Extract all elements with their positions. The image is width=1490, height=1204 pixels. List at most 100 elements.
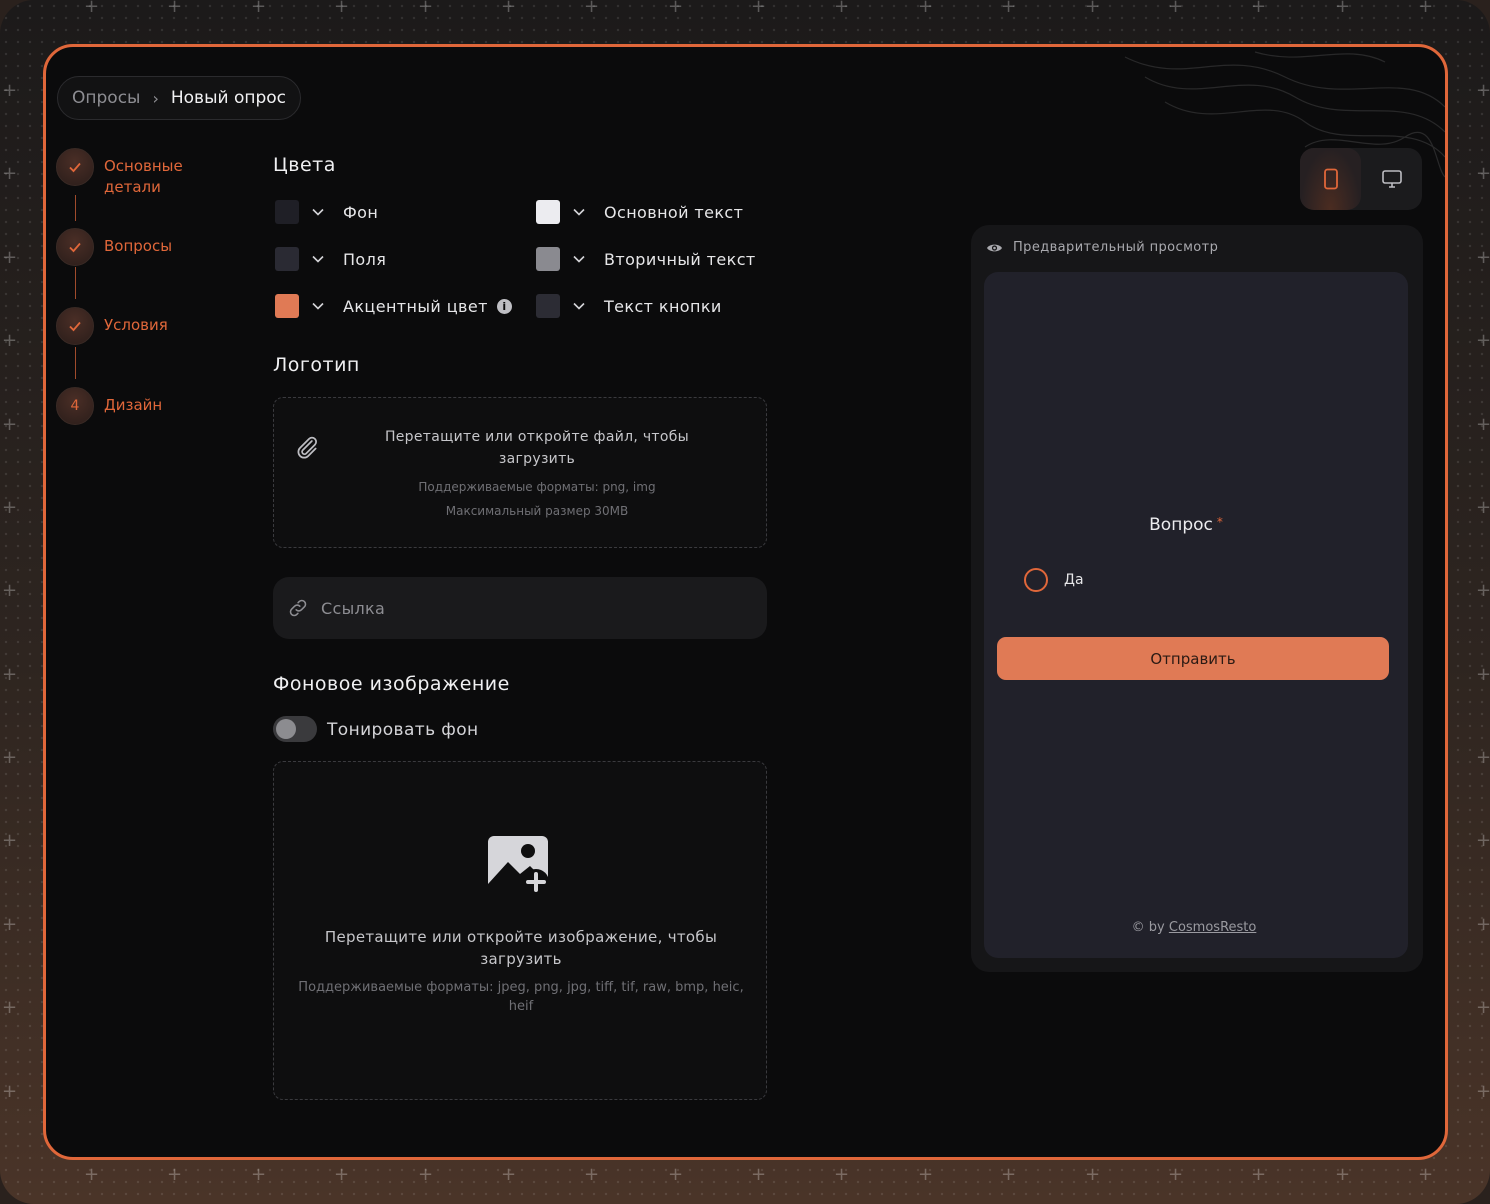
check-icon <box>56 148 94 186</box>
mobile-view-button[interactable] <box>1300 148 1361 210</box>
chevron-down-icon[interactable] <box>572 299 586 313</box>
plus-decoration: + <box>2 80 18 101</box>
contour-decoration <box>1124 51 1445 178</box>
color-swatch[interactable] <box>275 247 299 271</box>
credit-link[interactable]: CosmosResto <box>1169 920 1256 935</box>
step-label: Условия <box>104 316 168 334</box>
color-swatch[interactable] <box>536 294 560 318</box>
plus-decoration: + <box>668 1164 684 1185</box>
mobile-icon <box>1323 168 1338 190</box>
plus-decoration: + <box>1476 1081 1490 1102</box>
plus-decoration: + <box>1476 830 1490 851</box>
paperclip-icon <box>297 436 317 459</box>
plus-decoration: + <box>1476 914 1490 935</box>
color-swatch[interactable] <box>275 200 299 224</box>
chevron-down-icon[interactable] <box>311 205 325 219</box>
plus-decoration: + <box>2 414 18 435</box>
plus-decoration: + <box>1476 330 1490 351</box>
logo-max-size: Максимальный размер 30MB <box>445 504 629 518</box>
background-formats: Поддерживаемые форматы: jpeg, png, jpg, … <box>298 980 744 1014</box>
toggle-knob <box>276 719 296 739</box>
step-label-line: Основные <box>104 157 183 175</box>
logo-dropzone[interactable]: Перетащите или откройте файл, чтобы загр… <box>273 397 767 548</box>
tint-label: Тонировать фон <box>327 720 479 740</box>
submit-button[interactable]: Отправить <box>997 637 1389 680</box>
plus-decoration: + <box>2 497 18 518</box>
step-conditions[interactable]: Условия <box>56 307 168 345</box>
required-mark: * <box>1216 515 1223 529</box>
plus-decoration: + <box>1418 1164 1434 1185</box>
step-basic-details[interactable]: Основные детали <box>56 148 183 198</box>
color-swatch[interactable] <box>536 247 560 271</box>
preview-title: Предварительный просмотр <box>1013 240 1219 255</box>
color-label: Поля <box>343 249 387 269</box>
color-picker-row[interactable]: Вторичный текст <box>536 247 756 271</box>
preview-screen: Вопрос * Да Отправить © by CosmosResto <box>984 272 1408 958</box>
breadcrumb: Опросы › Новый опрос <box>57 76 302 120</box>
footer-credit: © by CosmosResto <box>984 920 1404 935</box>
plus-decoration: + <box>251 1164 267 1185</box>
chevron-down-icon[interactable] <box>572 205 586 219</box>
step-connector <box>75 347 76 379</box>
plus-decoration: + <box>2 247 18 268</box>
plus-decoration: + <box>1476 664 1490 685</box>
plus-decoration: + <box>1085 1164 1101 1185</box>
color-label: Основной текст <box>604 202 744 222</box>
link-placeholder: Ссылка <box>321 598 386 618</box>
color-picker-row[interactable]: Основной текст <box>536 200 743 224</box>
breadcrumb-current: Новый опрос <box>170 88 287 108</box>
color-label: Акцентный цвет <box>343 296 488 316</box>
plus-decoration: + <box>2 1081 18 1102</box>
color-picker-row[interactable]: Фон <box>275 200 378 224</box>
preview-panel: Предварительный просмотр Вопрос * Да Отпр… <box>971 225 1423 972</box>
step-questions[interactable]: Вопросы <box>56 228 172 266</box>
question-text: Вопрос <box>1149 515 1213 535</box>
plus-decoration: + <box>918 0 934 17</box>
chevron-down-icon[interactable] <box>311 252 325 266</box>
plus-decoration: + <box>2 914 18 935</box>
color-picker-row[interactable]: Поля <box>275 247 386 271</box>
plus-decoration: + <box>1476 163 1490 184</box>
color-picker-row[interactable]: Текст кнопки <box>536 294 722 318</box>
plus-decoration: + <box>334 1164 350 1185</box>
desktop-view-button[interactable] <box>1361 148 1422 210</box>
plus-decoration: + <box>2 747 18 768</box>
step-connector <box>75 267 76 299</box>
plus-decoration: + <box>167 0 183 17</box>
chevron-down-icon[interactable] <box>311 299 325 313</box>
logo-title: Логотип <box>273 354 360 376</box>
plus-decoration: + <box>751 0 767 17</box>
plus-decoration: + <box>834 0 850 17</box>
plus-decoration: + <box>2 580 18 601</box>
plus-decoration: + <box>1476 497 1490 518</box>
device-switch <box>1300 148 1422 210</box>
chevron-down-icon[interactable] <box>572 252 586 266</box>
plus-decoration: + <box>918 1164 934 1185</box>
tint-toggle[interactable] <box>273 716 317 742</box>
color-swatch[interactable] <box>275 294 299 318</box>
plus-decoration: + <box>1476 80 1490 101</box>
color-picker-row[interactable]: Акцентный цвет i <box>275 294 512 318</box>
radio-option-yes[interactable] <box>1024 568 1048 592</box>
plus-decoration: + <box>834 1164 850 1185</box>
step-design[interactable]: 4 Дизайн <box>56 387 162 425</box>
breadcrumb-link-surveys[interactable]: Опросы <box>72 88 140 108</box>
logo-link-input[interactable]: Ссылка <box>273 577 767 639</box>
step-connector <box>75 195 76 221</box>
background-dropzone-text: Перетащите или откройте изображение, что… <box>324 928 718 968</box>
plus-decoration: + <box>1251 1164 1267 1185</box>
plus-decoration: + <box>1476 247 1490 268</box>
logo-dropzone-text: Перетащите или откройте файл, чтобы загр… <box>384 429 690 467</box>
background-dropzone[interactable]: Перетащите или откройте изображение, что… <box>273 761 767 1100</box>
plus-decoration: + <box>501 1164 517 1185</box>
plus-decoration: + <box>251 0 267 17</box>
plus-decoration: + <box>1476 580 1490 601</box>
plus-decoration: + <box>1001 1164 1017 1185</box>
step-number: 4 <box>56 387 94 425</box>
plus-decoration: + <box>1418 0 1434 17</box>
plus-decoration: + <box>1168 0 1184 17</box>
plus-decoration: + <box>1476 747 1490 768</box>
color-swatch[interactable] <box>536 200 560 224</box>
info-icon[interactable]: i <box>496 298 512 314</box>
step-label-line: детали <box>104 178 161 196</box>
